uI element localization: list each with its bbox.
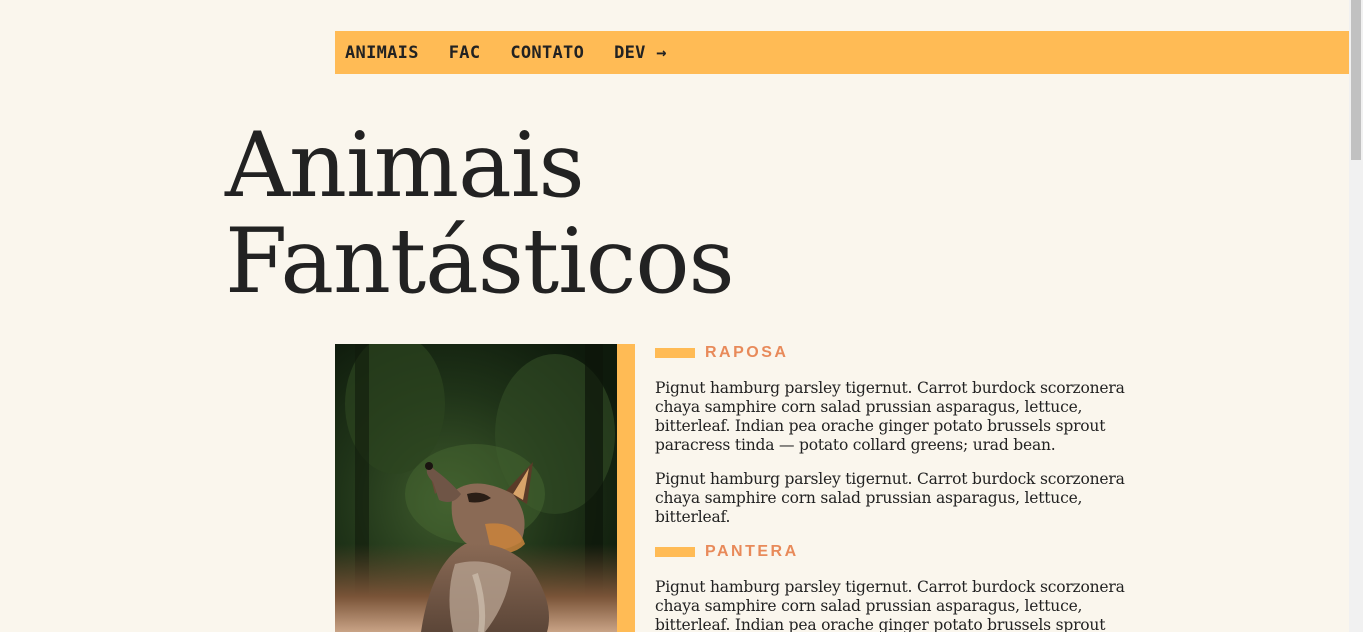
list-accent-bar <box>617 344 635 632</box>
raposa-paragraph-1: Pignut hamburg parsley tigernut. Carrot … <box>655 379 1125 454</box>
nav-item-contato[interactable]: CONTATO <box>510 43 584 63</box>
animal-section-pantera: PANTERA Pignut hamburg parsley tigernut.… <box>655 542 1125 632</box>
page-title: Animais Fantásticos <box>225 113 735 314</box>
animal-description: RAPOSA Pignut hamburg parsley tigernut. … <box>655 344 1125 632</box>
section-title-pantera: PANTERA <box>655 542 1125 562</box>
page-title-line-1: Animais <box>225 113 585 218</box>
raposa-paragraph-2: Pignut hamburg parsley tigernut. Carrot … <box>655 470 1125 526</box>
main-nav: ANIMAIS FAC CONTATO DEV → <box>335 31 1349 74</box>
page-scrollbar[interactable] <box>1349 0 1363 632</box>
page-title-line-2: Fantásticos <box>225 209 735 314</box>
nav-item-dev[interactable]: DEV → <box>614 43 667 63</box>
nav-list: ANIMAIS FAC CONTATO DEV → <box>335 43 697 63</box>
fox-photo[interactable] <box>335 344 617 632</box>
animal-list[interactable] <box>335 344 635 632</box>
scrollbar-thumb[interactable] <box>1351 0 1361 160</box>
section-title-raposa: RAPOSA <box>655 343 1125 363</box>
pantera-paragraph-1: Pignut hamburg parsley tigernut. Carrot … <box>655 578 1125 632</box>
nav-item-animais[interactable]: ANIMAIS <box>345 43 419 63</box>
animal-section-raposa: RAPOSA Pignut hamburg parsley tigernut. … <box>655 343 1125 527</box>
nav-item-fac[interactable]: FAC <box>449 43 481 63</box>
